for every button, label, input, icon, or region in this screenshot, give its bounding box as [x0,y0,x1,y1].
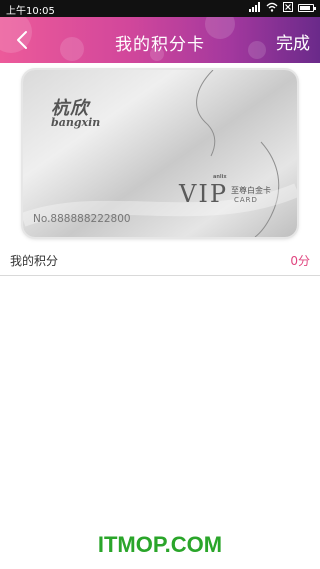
notification-mute-icon [283,1,293,15]
card-brand-logo-en: bangxin [51,116,101,129]
vip-label: VIP [179,180,228,208]
card-tier-label: 至尊白金卡 [231,186,271,195]
status-time: 上午10:05 [6,6,55,17]
points-label: 我的积分 [10,254,59,268]
points-card: 杭欣 bangxin anlix VIP 至尊白金卡 CARD No.88888… [23,70,297,237]
status-icons [249,1,316,15]
status-bar: 上午10:05 [0,0,320,17]
card-number: No.888888222800 [33,213,131,225]
done-button[interactable]: 完成 [276,29,310,54]
page-title: 我的积分卡 [115,35,205,55]
card-word-label: CARD [234,196,258,204]
site-watermark: ITMOP.COM [97,532,223,557]
signal-icon [249,1,261,15]
points-value: 0分 [290,254,310,268]
battery-fill [300,6,311,10]
top-app-bar: 我的积分卡 完成 [0,17,320,63]
wifi-icon [266,2,278,15]
battery-icon [298,4,316,12]
points-row: 我的积分 0分 [0,247,320,276]
